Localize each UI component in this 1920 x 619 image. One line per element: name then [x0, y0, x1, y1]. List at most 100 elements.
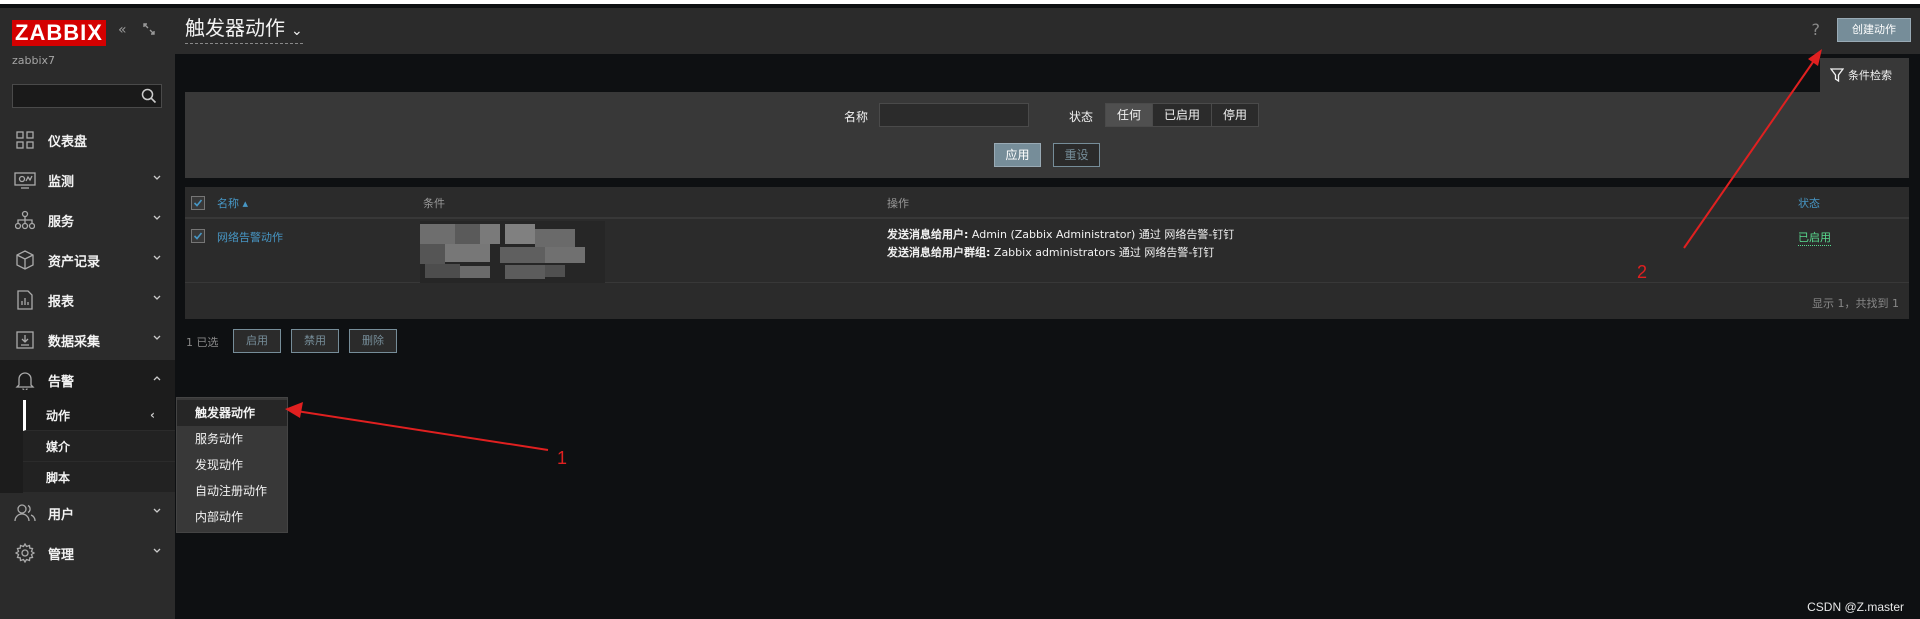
operation-text: Zabbix administrators 通过 网络告警-钉钉 — [990, 246, 1215, 259]
operation-prefix: 发送消息给用户: — [887, 228, 969, 241]
menu-item-reports[interactable]: 报表 — [0, 280, 175, 320]
menu-label: 服务 — [48, 214, 75, 230]
submenu-label: 脚本 — [46, 470, 71, 485]
selected-count: 1 已选 — [186, 336, 219, 349]
submenu-item-actions[interactable]: 动作 ‹ — [23, 400, 175, 431]
operation-text: Admin (Zabbix Administrator) 通过 网络告警-钉钉 — [968, 228, 1235, 241]
reset-button[interactable]: 重设 — [1053, 143, 1100, 167]
users-icon — [14, 502, 36, 524]
row-checkbox[interactable] — [191, 229, 205, 243]
menu-label: 数据采集 — [48, 334, 101, 350]
status-option-disabled[interactable]: 停用 — [1212, 104, 1259, 126]
column-header-name[interactable]: 名称 ▴ — [217, 195, 248, 211]
filter-panel: 名称 状态 任何 已启用 停用 应用 重设 — [185, 92, 1909, 178]
filter-icon — [1830, 68, 1844, 82]
chevron-down-icon — [153, 335, 161, 340]
menu-item-administration[interactable]: 管理 — [0, 533, 175, 573]
create-action-button[interactable]: 创建动作 — [1837, 18, 1911, 42]
menu-label: 告警 — [48, 374, 75, 390]
collapse-sidebar-icon[interactable]: « — [118, 22, 127, 38]
column-header-status[interactable]: 状态 — [1798, 195, 1820, 211]
alerts-submenu: 动作 ‹ 媒介 脚本 — [0, 400, 175, 493]
status-toggle-link[interactable]: 已启用 — [1798, 229, 1831, 246]
sidebar: ZABBIX « zabbix7 仪表盘 监测 服务 资产记录 报表 数据采集 … — [0, 8, 175, 619]
name-input[interactable] — [879, 103, 1029, 127]
operations-cell: 发送消息给用户: Admin (Zabbix Administrator) 通过… — [887, 226, 1234, 262]
menu-item-monitoring[interactable]: 监测 — [0, 160, 175, 200]
chevron-down-icon — [153, 295, 161, 300]
menu-label: 监测 — [48, 174, 75, 190]
conditions-redacted-area — [420, 221, 605, 283]
reports-icon — [14, 289, 36, 311]
operation-prefix: 发送消息给用户群组: — [887, 246, 991, 259]
submenu-label: 媒介 — [46, 439, 71, 454]
operation-line: 发送消息给用户群组: Zabbix administrators 通过 网络告警… — [887, 244, 1234, 262]
table-header: 名称 ▴ 条件 操作 状态 — [185, 187, 1909, 219]
column-header-operations: 操作 — [887, 197, 909, 210]
help-icon[interactable]: ? — [1812, 20, 1821, 39]
watermark: CSDN @Z.master — [1807, 600, 1904, 614]
column-header-conditions: 条件 — [423, 197, 445, 210]
popup-item-autoregistration-actions[interactable]: 自动注册动作 — [177, 478, 287, 504]
kiosk-mode-icon[interactable] — [142, 22, 156, 40]
monitoring-icon — [14, 169, 36, 191]
filter-tab[interactable]: 条件检索 — [1820, 58, 1909, 92]
disable-button[interactable]: 禁用 — [291, 329, 339, 353]
status-option-any[interactable]: 任何 — [1106, 104, 1154, 126]
enable-button[interactable]: 启用 — [233, 329, 281, 353]
menu-label: 用户 — [48, 507, 75, 523]
menu-item-services[interactable]: 服务 — [0, 200, 175, 240]
page-title-dropdown[interactable]: 触发器动作 ⌄ — [185, 16, 303, 44]
data-collection-icon — [14, 329, 36, 351]
search-icon[interactable] — [141, 88, 157, 104]
menu-item-users[interactable]: 用户 — [0, 493, 175, 533]
popup-item-trigger-actions[interactable]: 触发器动作 — [177, 400, 287, 426]
chevron-down-icon — [153, 215, 161, 220]
chevron-down-icon: ⌄ — [291, 23, 303, 39]
chevron-down-icon — [153, 255, 161, 260]
actions-table: 名称 ▴ 条件 操作 状态 网络告警动作 发送消息给用户: Admin (Zab… — [185, 187, 1909, 319]
submenu-label: 动作 — [46, 408, 71, 423]
results-count: 显示 1，共找到 1 — [1812, 297, 1899, 310]
operation-line: 发送消息给用户: Admin (Zabbix Administrator) 通过… — [887, 226, 1234, 244]
chevron-up-icon — [153, 376, 161, 381]
services-icon — [14, 209, 36, 231]
server-name: zabbix7 — [12, 54, 56, 67]
status-segmented-control: 任何 已启用 停用 — [1105, 103, 1260, 127]
zabbix-logo[interactable]: ZABBIX — [12, 20, 106, 46]
chevron-down-icon — [153, 548, 161, 553]
status-label: 状态 — [1069, 110, 1094, 124]
chevron-down-icon — [153, 508, 161, 513]
menu-item-data-collection[interactable]: 数据采集 — [0, 320, 175, 360]
annotation-label: 1 — [557, 448, 568, 468]
menu-item-alerts[interactable]: 告警 — [0, 360, 175, 400]
main-menu: 仪表盘 监测 服务 资产记录 报表 数据采集 告警 动作 ‹ 媒介 脚本 用户 … — [0, 120, 175, 573]
delete-button[interactable]: 删除 — [349, 329, 397, 353]
filter-tab-label: 条件检索 — [1848, 69, 1892, 82]
menu-label: 资产记录 — [48, 254, 101, 270]
popup-item-service-actions[interactable]: 服务动作 — [177, 426, 287, 452]
submenu-item-scripts[interactable]: 脚本 — [23, 462, 175, 493]
bell-icon — [14, 369, 36, 391]
actions-popup-menu: 触发器动作 服务动作 发现动作 自动注册动作 内部动作 — [176, 397, 288, 533]
popup-item-discovery-actions[interactable]: 发现动作 — [177, 452, 287, 478]
inventory-icon — [14, 249, 36, 271]
apply-button[interactable]: 应用 — [994, 143, 1041, 167]
menu-item-inventory[interactable]: 资产记录 — [0, 240, 175, 280]
menu-label: 仪表盘 — [48, 134, 88, 150]
submenu-indicator: ‹ — [150, 408, 155, 422]
menu-item-dashboard[interactable]: 仪表盘 — [0, 120, 175, 160]
select-all-checkbox[interactable] — [191, 196, 205, 210]
gear-icon — [14, 542, 36, 564]
submenu-item-media[interactable]: 媒介 — [23, 431, 175, 462]
status-option-enabled[interactable]: 已启用 — [1153, 104, 1213, 126]
action-name-link[interactable]: 网络告警动作 — [217, 229, 283, 245]
popup-item-internal-actions[interactable]: 内部动作 — [177, 504, 287, 530]
page-header: 触发器动作 ⌄ ? 创建动作 — [175, 8, 1920, 54]
menu-label: 管理 — [48, 547, 75, 563]
annotation-label: 2 — [1637, 262, 1648, 282]
sidebar-search-input[interactable] — [12, 84, 162, 108]
name-label: 名称 — [844, 110, 869, 124]
page-title: 触发器动作 — [185, 16, 285, 40]
dashboard-icon — [14, 129, 36, 151]
